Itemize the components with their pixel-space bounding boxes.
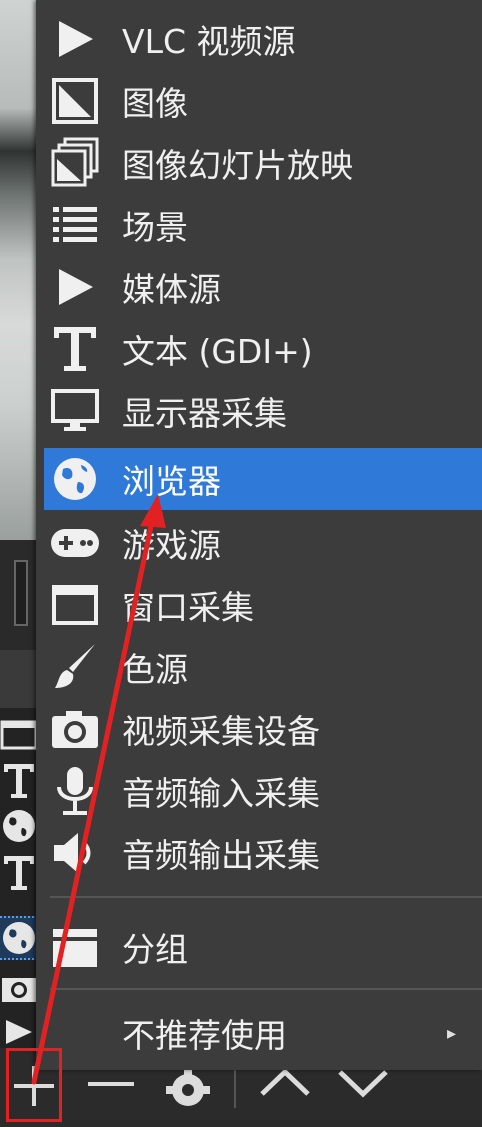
menu-item-label: 图像 — [122, 84, 188, 123]
menu-item-media-source[interactable]: 媒体源 — [44, 256, 482, 318]
text-icon — [46, 320, 104, 378]
splitter-handle[interactable] — [14, 560, 28, 626]
text-icon[interactable] — [0, 760, 38, 800]
annotation-highlight-box — [6, 1048, 62, 1122]
sources-dock-header — [0, 650, 40, 708]
menu-item-label: 显示器采集 — [122, 394, 287, 433]
menu-item-game-source[interactable]: 游戏源 — [44, 512, 482, 574]
menu-item-window-capture[interactable]: 窗口采集 — [44, 574, 482, 636]
camera-icon — [46, 700, 104, 758]
text-icon[interactable] — [0, 852, 38, 892]
toolbar-separator — [234, 1068, 236, 1108]
menu-item-label: 浏览器 — [122, 462, 221, 501]
menu-item-audio-input-capture[interactable]: 音频输入采集 — [44, 760, 482, 822]
menu-item-deprecated[interactable]: 不推荐使用 ▸ — [44, 1002, 482, 1064]
speaker-icon — [46, 824, 104, 882]
list-icon — [46, 196, 104, 254]
menu-item-label: 不推荐使用 — [122, 1016, 287, 1055]
globe-icon[interactable] — [0, 916, 38, 960]
menu-item-color-source[interactable]: 色源 — [44, 636, 482, 698]
window-icon[interactable] — [0, 716, 38, 756]
menu-item-vlc-video-source[interactable]: VLC 视频源 — [44, 8, 482, 70]
sources-list — [0, 708, 40, 1048]
menu-item-text-gdi[interactable]: 文本 (GDI+) — [44, 318, 482, 380]
add-source-context-menu: VLC 视频源 图像 图像幻灯片放映 场景 媒体源 文本 (GDI+) 显示器采… — [36, 0, 482, 1070]
play-icon — [46, 10, 104, 68]
menu-item-label: 媒体源 — [122, 270, 221, 309]
menu-separator — [50, 988, 482, 990]
menu-item-video-capture-device[interactable]: 视频采集设备 — [44, 698, 482, 760]
monitor-icon — [46, 382, 104, 440]
menu-item-label: 窗口采集 — [122, 588, 254, 627]
menu-item-label: 音频输入采集 — [122, 774, 320, 813]
play-icon — [46, 258, 104, 316]
menu-separator — [50, 896, 482, 898]
menu-item-label: 视频采集设备 — [122, 712, 320, 751]
menu-item-label: 游戏源 — [122, 526, 221, 565]
folder-icon — [46, 918, 104, 976]
menu-item-image[interactable]: 图像 — [44, 70, 482, 132]
preview-canvas — [0, 0, 40, 540]
menu-item-image-slideshow[interactable]: 图像幻灯片放映 — [44, 132, 482, 194]
menu-item-display-capture[interactable]: 显示器采集 — [44, 380, 482, 442]
menu-item-label: VLC 视频源 — [122, 22, 296, 61]
menu-item-audio-output-capture[interactable]: 音频输出采集 — [44, 822, 482, 884]
menu-item-group[interactable]: 分组 — [44, 916, 482, 978]
camera-icon[interactable] — [0, 970, 38, 1010]
menu-item-label: 音频输出采集 — [122, 836, 320, 875]
panel-divider — [0, 540, 40, 650]
menu-item-scene[interactable]: 场景 — [44, 194, 482, 256]
microphone-icon — [46, 762, 104, 820]
image-icon — [46, 72, 104, 130]
brush-icon — [46, 638, 104, 696]
menu-item-label: 色源 — [122, 650, 188, 689]
menu-item-label: 分组 — [122, 930, 188, 969]
menu-item-label: 图像幻灯片放映 — [122, 146, 353, 185]
submenu-arrow-icon: ▸ — [446, 1022, 456, 1044]
window-icon — [46, 576, 104, 634]
globe-icon — [46, 450, 104, 508]
menu-item-label: 文本 (GDI+) — [122, 332, 313, 371]
slideshow-icon — [46, 134, 104, 192]
menu-item-label: 场景 — [122, 208, 188, 247]
gamepad-icon — [46, 514, 104, 572]
globe-icon[interactable] — [0, 806, 38, 846]
menu-item-browser[interactable]: 浏览器 — [44, 448, 482, 510]
